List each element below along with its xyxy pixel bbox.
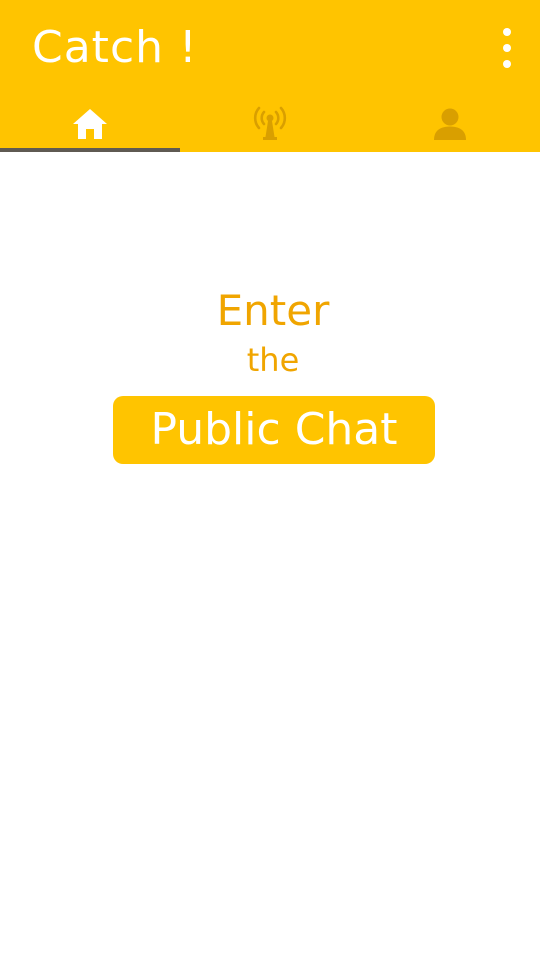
- main-content: Enter the Public Chat: [0, 152, 540, 960]
- tab-bar: [0, 96, 540, 152]
- antenna-icon: [253, 106, 287, 140]
- app-title: Catch !: [32, 22, 198, 73]
- home-icon: [73, 109, 107, 139]
- tab-home[interactable]: [0, 96, 180, 152]
- public-chat-button[interactable]: Public Chat: [113, 396, 435, 464]
- more-vert-icon[interactable]: [492, 24, 522, 72]
- the-label: the: [246, 341, 300, 379]
- enter-label: Enter: [216, 286, 330, 335]
- app-bar: Catch !: [0, 0, 540, 152]
- tab-broadcast[interactable]: [180, 96, 360, 152]
- tab-profile[interactable]: [360, 96, 540, 152]
- person-icon: [434, 108, 466, 140]
